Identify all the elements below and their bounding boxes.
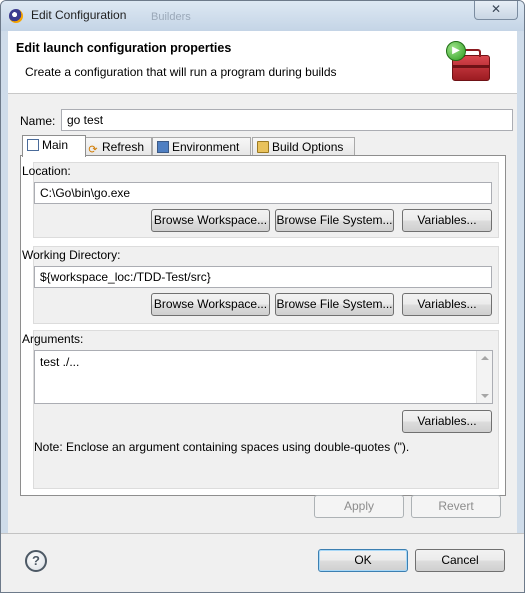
working-directory-variables-button[interactable]: Variables... (402, 293, 492, 316)
dialog-footer: ? OK Cancel (1, 534, 524, 592)
tab-environment-label: Environment (172, 140, 240, 154)
dialog-body: Edit launch configuration properties Cre… (8, 31, 517, 584)
tab-refresh[interactable]: ⟳ Refresh (82, 137, 152, 156)
revert-button[interactable]: Revert (411, 495, 501, 518)
header-title: Edit launch configuration properties (16, 41, 232, 55)
tab-main-label: Main (42, 138, 69, 152)
ok-button[interactable]: OK (318, 549, 408, 572)
location-browse-filesystem-button[interactable]: Browse File System... (275, 209, 394, 232)
eclipse-icon (9, 9, 23, 23)
working-directory-browse-filesystem-button[interactable]: Browse File System... (275, 293, 394, 316)
name-label: Name: (20, 114, 56, 128)
working-directory-input[interactable]: ${workspace_loc:/TDD-Test/src} (34, 266, 492, 288)
location-label: Location: (22, 164, 71, 178)
arguments-textarea[interactable]: test ./... (34, 350, 493, 404)
working-directory-browse-workspace-button[interactable]: Browse Workspace... (151, 293, 270, 316)
tab-environment[interactable]: Environment (152, 137, 251, 156)
build-options-icon (257, 141, 269, 153)
tab-build-options[interactable]: Build Options (252, 137, 355, 156)
tab-refresh-label: Refresh (102, 140, 145, 154)
edit-configuration-dialog: Edit Configuration Builders ✕ Edit launc… (0, 0, 525, 593)
background-window-title: Builders (151, 11, 191, 23)
arguments-scrollbar[interactable] (476, 351, 492, 403)
header-description: Create a configuration that will run a p… (25, 65, 337, 79)
close-button[interactable]: ✕ (474, 1, 518, 20)
arguments-label: Arguments: (22, 332, 84, 346)
main-tab-icon (27, 139, 39, 151)
scroll-down-arrow-icon[interactable] (481, 394, 489, 398)
location-input[interactable]: C:\Go\bin\go.exe (34, 182, 492, 204)
title-bar: Edit Configuration Builders ✕ (1, 1, 524, 31)
location-browse-workspace-button[interactable]: Browse Workspace... (151, 209, 270, 232)
name-input[interactable]: go test (61, 109, 513, 131)
arguments-note: Note: Enclose an argument containing spa… (34, 440, 410, 454)
window-title: Edit Configuration (31, 8, 127, 22)
tab-build-options-label: Build Options (272, 140, 344, 154)
help-icon[interactable]: ? (25, 550, 47, 572)
dialog-header: Edit launch configuration properties Cre… (8, 31, 517, 94)
tab-main[interactable]: Main (22, 135, 86, 157)
arguments-variables-button[interactable]: Variables... (402, 410, 492, 433)
apply-button[interactable]: Apply (314, 495, 404, 518)
environment-icon (157, 141, 169, 153)
working-directory-label: Working Directory: (22, 248, 121, 262)
arguments-text: test ./... (40, 355, 80, 369)
scroll-up-arrow-icon[interactable] (481, 356, 489, 360)
cancel-button[interactable]: Cancel (415, 549, 505, 572)
location-variables-button[interactable]: Variables... (402, 209, 492, 232)
run-badge-icon: ▶ (446, 41, 466, 61)
